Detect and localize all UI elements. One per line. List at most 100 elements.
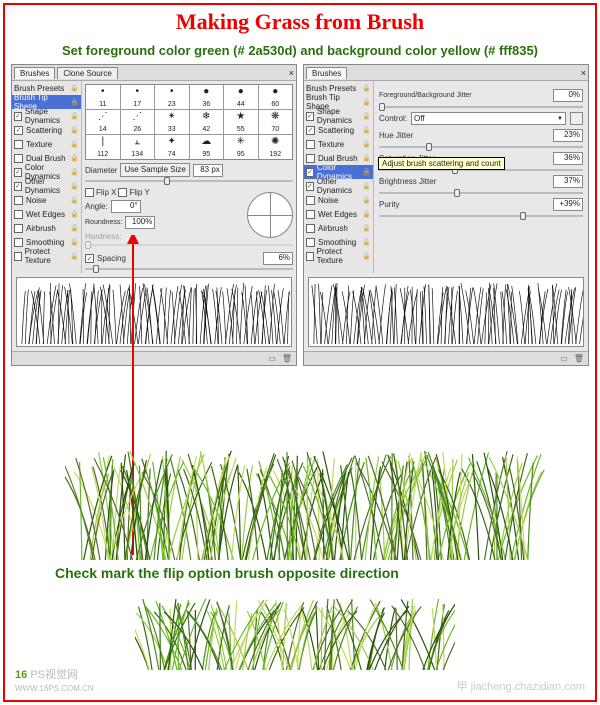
brush-thumb[interactable]: ☁95 [190, 135, 224, 159]
sidebar-item[interactable]: ✓Scattering🔒 [304, 123, 373, 137]
doc-icon[interactable]: ▭ [560, 354, 568, 363]
roundness-value[interactable]: 100% [125, 216, 155, 229]
brush-size-label: 70 [271, 126, 279, 133]
brush-thumb[interactable]: ✴33 [155, 110, 189, 134]
brush-glyph-icon: ★ [236, 111, 245, 122]
checkbox[interactable] [306, 224, 315, 233]
brush-thumb[interactable]: ✺192 [259, 135, 293, 159]
checkbox[interactable]: ✓ [14, 168, 22, 177]
checkbox[interactable] [14, 140, 23, 149]
flipx-checkbox[interactable] [85, 188, 94, 197]
options-sidebar: Brush Presets🔒Brush Tip Shape🔒✓Shape Dyn… [12, 81, 82, 273]
brush-thumb[interactable]: •11 [86, 85, 120, 109]
sidebar-item[interactable]: Wet Edges🔒 [12, 207, 81, 221]
close-icon[interactable]: × [581, 68, 586, 78]
purity-slider[interactable] [379, 215, 583, 217]
brightness-jitter-slider[interactable] [379, 192, 583, 194]
sidebar-item[interactable]: Protect Texture🔒 [12, 249, 81, 263]
sidebar-item[interactable]: Noise🔒 [12, 193, 81, 207]
brush-thumb[interactable]: ✳95 [224, 135, 258, 159]
checkbox[interactable] [14, 154, 23, 163]
angle-roundness-widget[interactable] [247, 192, 293, 238]
checkbox[interactable]: ✓ [14, 112, 22, 121]
saturation-jitter-value[interactable]: 36% [553, 152, 583, 165]
brush-thumb[interactable]: |112 [86, 135, 120, 159]
brush-thumb-grid[interactable]: •11•17•23●36●44●60 ⋰14⋰26✴33❄42★55❋70 |112… [85, 84, 293, 160]
sidebar-item[interactable]: Airbrush🔒 [12, 221, 81, 235]
diameter-slider[interactable] [85, 180, 293, 182]
sidebar-item-label: Texture [318, 140, 344, 149]
hue-jitter-value[interactable]: 23% [553, 129, 583, 142]
brush-thumb[interactable]: •17 [121, 85, 155, 109]
sidebar-item[interactable]: ✓Scattering🔒 [12, 123, 81, 137]
color-dynamics-content: Foreground/Background Jitter 0% Control:… [374, 81, 588, 273]
tab-brushes[interactable]: Brushes [14, 67, 55, 79]
fgbg-jitter-value[interactable]: 0% [553, 89, 583, 102]
spacing-checkbox[interactable]: ✓ [85, 254, 94, 263]
brush-thumb[interactable]: ★55 [224, 110, 258, 134]
checkbox[interactable]: ✓ [306, 126, 315, 135]
sidebar-item[interactable]: Wet Edges🔒 [304, 207, 373, 221]
brush-thumb[interactable]: ⫠134 [121, 135, 155, 159]
checkbox[interactable]: ✓ [14, 182, 22, 191]
sidebar-item[interactable]: ✓Shape Dynamics🔒 [304, 109, 373, 123]
sidebar-item[interactable]: Protect Texture🔒 [304, 249, 373, 263]
spacing-value[interactable]: 6% [263, 252, 293, 265]
sidebar-item[interactable]: Noise🔒 [304, 193, 373, 207]
checkbox[interactable]: ✓ [14, 126, 23, 135]
sidebar-item-label: Smoothing [26, 238, 64, 247]
sidebar-item[interactable]: ✓Other Dynamics🔒 [304, 179, 373, 193]
checkbox[interactable] [306, 140, 315, 149]
angle-label: Angle: [85, 202, 108, 211]
checkbox[interactable] [14, 238, 23, 247]
flipy-checkbox[interactable] [118, 188, 127, 197]
purity-value[interactable]: +39% [553, 198, 583, 211]
hue-jitter-slider[interactable] [379, 146, 583, 148]
doc-icon[interactable]: ▭ [268, 354, 276, 363]
use-sample-size-button[interactable]: Use Sample Size [120, 163, 189, 177]
diameter-value[interactable]: 83 px [193, 164, 223, 177]
fgbg-jitter-slider[interactable] [379, 106, 583, 108]
angle-value[interactable]: 0° [111, 200, 141, 213]
brush-size-label: 134 [131, 151, 143, 158]
sidebar-item[interactable]: Airbrush🔒 [304, 221, 373, 235]
close-icon[interactable]: × [289, 68, 294, 78]
checkbox[interactable] [306, 196, 315, 205]
checkbox[interactable] [306, 238, 315, 247]
brush-thumb[interactable]: ⋰26 [121, 110, 155, 134]
sidebar-item[interactable]: Texture🔒 [12, 137, 81, 151]
checkbox[interactable] [306, 210, 315, 219]
brush-size-label: 17 [133, 101, 141, 108]
brush-thumb[interactable]: ✦74 [155, 135, 189, 159]
brush-thumb[interactable]: ❋70 [259, 110, 293, 134]
control-dropdown[interactable]: Off ▼ [411, 112, 566, 125]
checkbox[interactable] [14, 210, 23, 219]
sidebar-item[interactable]: ✓Shape Dynamics🔒 [12, 109, 81, 123]
tab-clone-source[interactable]: Clone Source [57, 67, 117, 79]
checkbox[interactable]: ✓ [306, 182, 314, 191]
sidebar-item[interactable]: ✓Other Dynamics🔒 [12, 179, 81, 193]
trash-icon[interactable]: 🗑 [574, 354, 584, 363]
brush-size-label: 95 [237, 151, 245, 158]
brush-thumb[interactable]: ●44 [224, 85, 258, 109]
tab-brushes[interactable]: Brushes [306, 67, 347, 79]
checkbox[interactable] [306, 252, 314, 261]
trash-icon[interactable]: 🗑 [282, 354, 292, 363]
spacing-slider[interactable] [85, 268, 293, 270]
checkbox[interactable] [306, 154, 315, 163]
brush-thumb[interactable]: ●60 [259, 85, 293, 109]
brush-thumb[interactable]: •23 [155, 85, 189, 109]
brush-thumb[interactable]: ❄42 [190, 110, 224, 134]
brush-thumb[interactable]: ⋰14 [86, 110, 120, 134]
checkbox[interactable] [14, 224, 23, 233]
checkbox[interactable] [14, 196, 23, 205]
checkbox[interactable] [14, 252, 22, 261]
checkbox[interactable]: ✓ [306, 112, 314, 121]
control-aux-button[interactable] [570, 112, 583, 125]
sidebar-item[interactable]: Texture🔒 [304, 137, 373, 151]
brush-thumb[interactable]: ●36 [190, 85, 224, 109]
brush-glyph-icon: ✺ [271, 136, 279, 147]
page-title: Making Grass from Brush [5, 9, 595, 35]
brightness-jitter-value[interactable]: 37% [553, 175, 583, 188]
checkbox[interactable]: ✓ [306, 168, 314, 177]
